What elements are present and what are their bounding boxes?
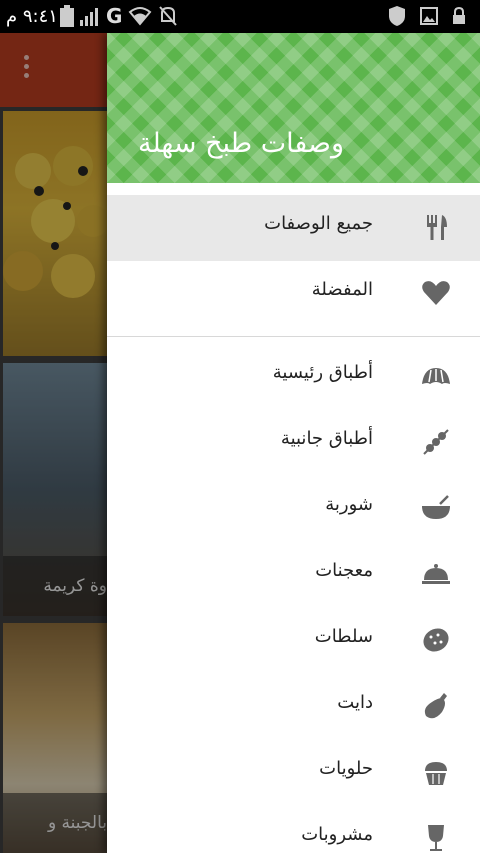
menu-item-all-recipes[interactable]: جميع الوصفات (107, 195, 480, 261)
menu-item-diet[interactable]: دايت (107, 674, 480, 740)
menu-item-pastries[interactable]: معجنات (107, 542, 480, 608)
menu-item-label: مشروبات (301, 824, 373, 845)
menu-divider (107, 336, 480, 337)
potato-icon (423, 628, 449, 652)
shield-icon (389, 6, 405, 26)
background-app: وة كريمة بالجبنة و (0, 33, 107, 853)
status-time: ٩:٤١ م (6, 6, 58, 27)
scrim[interactable] (0, 33, 107, 853)
battery-icon (60, 5, 74, 27)
menu-item-label: أطباق رئيسية (272, 362, 373, 383)
drawer-title: وصفات طبخ سهلة (138, 128, 344, 159)
menu-item-side-dishes[interactable]: أطباق جانبية (107, 410, 480, 476)
wifi-icon (129, 7, 152, 26)
image-icon (420, 7, 438, 25)
cloche-icon (422, 564, 450, 584)
navigation-drawer: وصفات طبخ سهلة جميع الوصفات المفضلة أطبا… (107, 33, 480, 853)
menu-item-desserts[interactable]: حلويات (107, 740, 480, 806)
menu-item-drinks[interactable]: مشروبات (107, 806, 480, 853)
menu-item-label: حلويات (319, 758, 373, 779)
network-type: G (106, 4, 123, 28)
mute-icon (159, 6, 178, 26)
heart-icon (422, 281, 450, 305)
fork-knife-icon (427, 215, 447, 240)
menu-item-favorites[interactable]: المفضلة (107, 261, 480, 327)
menu-item-label: أطباق جانبية (280, 428, 373, 449)
menu-item-salads[interactable]: سلطات (107, 608, 480, 674)
menu-item-label: شوربة (325, 494, 373, 515)
menu-item-label: معجنات (315, 560, 373, 581)
lock-icon (453, 7, 465, 24)
menu-item-label: جميع الوصفات (264, 213, 373, 234)
drawer-menu: جميع الوصفات المفضلة أطباق رئيسية أطباق … (107, 195, 480, 853)
cupcake-icon (425, 762, 447, 785)
menu-item-label: سلطات (314, 626, 373, 647)
menu-item-main-dishes[interactable]: أطباق رئيسية (107, 344, 480, 410)
eggplant-icon (424, 693, 447, 719)
drawer-header: وصفات طبخ سهلة (107, 33, 480, 183)
menu-item-soup[interactable]: شوربة (107, 476, 480, 542)
status-bar: ٩:٤١ م G (0, 0, 480, 33)
menu-item-label: المفضلة (311, 279, 373, 300)
croissant-icon (422, 368, 450, 384)
soup-bowl-icon (422, 495, 450, 519)
signal-icon (80, 8, 98, 26)
wine-glass-icon (428, 825, 444, 851)
menu-item-label: دايت (337, 692, 373, 713)
kebab-icon (423, 429, 449, 455)
